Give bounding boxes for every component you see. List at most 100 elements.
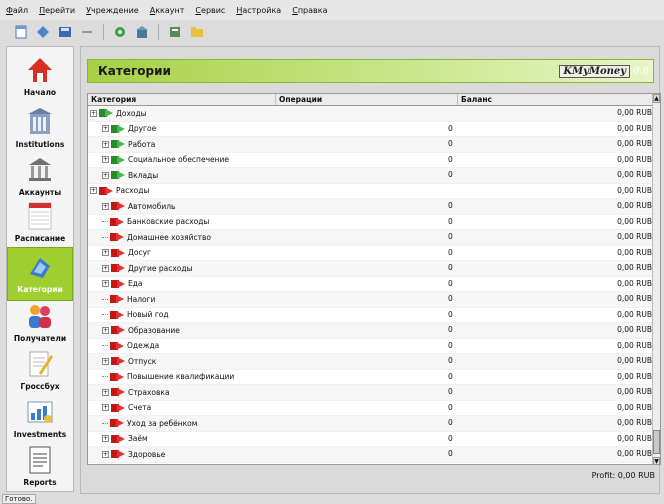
operations-cell: 0	[448, 123, 453, 133]
column-header-balance[interactable]: Баланс	[458, 94, 654, 105]
menu-item-3[interactable]: Аккаунт	[150, 6, 185, 15]
sidebar-item-0[interactable]: Начало	[7, 51, 73, 105]
scroll-thumb[interactable]	[653, 430, 660, 454]
category-label: Образование	[128, 325, 180, 335]
open-icon[interactable]	[34, 23, 52, 41]
expand-icon[interactable]: +	[102, 357, 109, 365]
expand-icon[interactable]: +	[102, 280, 109, 287]
table-row[interactable]: Налоги 0 0,00 RUB	[88, 292, 654, 308]
income-category-icon	[111, 155, 126, 165]
table-row[interactable]: Одежда 0 0,00 RUB	[88, 339, 654, 354]
sidebar-item-1[interactable]: Institutions	[7, 103, 73, 157]
table-row[interactable]: + Автомобиль 0 0,00 RUB	[88, 199, 654, 215]
table-row[interactable]: + Вклады 0 0,00 RUB	[88, 168, 654, 184]
navigation-sidebar: Начало Institutions Аккаунты Расписание Кате…	[6, 46, 74, 492]
expand-icon[interactable]: +	[102, 388, 109, 396]
sidebar-item-5[interactable]: Получатели	[7, 297, 73, 351]
table-row[interactable]: + Страховка 0 0,00 RUB	[88, 385, 654, 401]
expand-icon[interactable]: +	[102, 156, 109, 163]
category-cell: + Расходы	[90, 186, 149, 196]
expand-icon[interactable]: +	[102, 249, 109, 256]
transaction-icon[interactable]	[166, 23, 184, 41]
category-cell: + Другое	[102, 124, 156, 134]
expand-icon[interactable]: +	[102, 404, 109, 411]
category-label: Счета	[128, 403, 152, 412]
category-label: Налоги	[127, 294, 156, 304]
balance-cell: 0,00 RUB	[617, 449, 652, 458]
menu-item-4[interactable]: Сервис	[195, 6, 225, 15]
tree-line	[102, 314, 108, 315]
sidebar-item-3[interactable]: Расписание	[7, 197, 73, 251]
operations-cell: 0	[448, 340, 453, 350]
table-row[interactable]: + Работа 0 0,00 RUB	[88, 137, 654, 153]
expand-icon[interactable]: +	[102, 435, 109, 442]
scroll-up-icon[interactable]: ▲	[653, 94, 660, 103]
toolbar-separator	[103, 24, 104, 40]
menu-item-5[interactable]: Настройка	[236, 6, 281, 15]
table-row[interactable]: + Образование 0 0,00 RUB	[88, 323, 654, 339]
sidebar-item-6[interactable]: Гроссбух	[7, 345, 73, 399]
table-row[interactable]: Новый год 0 0,00 RUB	[88, 308, 654, 323]
expand-icon[interactable]: +	[102, 202, 109, 210]
table-row[interactable]: Домашнее хозяйство 0 0,00 RUB	[88, 230, 654, 246]
expense-category-icon	[111, 201, 126, 211]
column-header-category[interactable]: Категория	[88, 94, 276, 105]
table-row[interactable]: + Доходы 0,00 RUB	[88, 106, 654, 122]
table-row[interactable]: Повышение квалификации 0 0,00 RUB	[88, 370, 654, 385]
table-row[interactable]: + Другое 0 0,00 RUB	[88, 122, 654, 137]
table-row[interactable]: + Расходы 0,00 RUB	[88, 184, 654, 199]
vertical-scrollbar[interactable]: ▲ ▼	[652, 94, 660, 464]
balance-cell: 0,00 RUB	[617, 154, 652, 164]
scroll-down-icon[interactable]: ▼	[653, 457, 660, 464]
category-label: Расходы	[116, 186, 150, 195]
expand-icon[interactable]: +	[102, 140, 109, 148]
category-label: Социальное обеспечение	[128, 155, 230, 164]
expand-icon[interactable]: +	[90, 109, 97, 117]
table-row[interactable]: + Счета 0 0,00 RUB	[88, 401, 654, 416]
operations-cell: 0	[448, 309, 453, 319]
table-row[interactable]: + Еда 0 0,00 RUB	[88, 277, 654, 292]
table-row[interactable]: + Другие расходы 0 0,00 RUB	[88, 261, 654, 277]
expand-icon[interactable]: +	[102, 450, 109, 458]
menu-item-0[interactable]: Файл	[6, 6, 28, 15]
category-cell: Уход за ребёнком	[102, 418, 197, 428]
expand-icon[interactable]: +	[102, 326, 109, 334]
account-icon[interactable]	[133, 23, 151, 41]
table-row[interactable]: + Заём 0 0,00 RUB	[88, 432, 654, 447]
balance-cell: 0,00 RUB	[617, 418, 652, 427]
category-cell: + Другие расходы	[102, 263, 193, 273]
expand-icon[interactable]: +	[102, 125, 109, 132]
menu-item-1[interactable]: Перейти	[39, 6, 75, 15]
table-row[interactable]: Уход за ребёнком 0 0,00 RUB	[88, 416, 654, 432]
expand-icon[interactable]: +	[102, 264, 109, 272]
expand-icon[interactable]: +	[90, 187, 97, 194]
expand-icon[interactable]: +	[102, 171, 109, 179]
table-row[interactable]: Банковские расходы 0 0,00 RUB	[88, 215, 654, 230]
category-label: Повышение квалификации	[127, 372, 235, 381]
sidebar-item-label: Расписание	[14, 234, 66, 243]
operations-cell: 0	[448, 402, 453, 412]
sidebar-item-8[interactable]: Reports	[7, 441, 73, 495]
status-bar: Готово.	[0, 494, 664, 504]
table-row[interactable]: + Отпуск 0 0,00 RUB	[88, 354, 654, 370]
category-label: Уход за ребёнком	[127, 418, 198, 428]
save-icon[interactable]	[56, 23, 74, 41]
balance-cell: 0,00 RUB	[617, 325, 652, 334]
table-row[interactable]: + Здоровье 0 0,00 RUB	[88, 447, 654, 463]
institution-icon[interactable]	[111, 23, 129, 41]
table-row[interactable]: + Социальное обеспечение 0 0,00 RUB	[88, 153, 654, 168]
column-header-operations[interactable]: Операции	[276, 94, 458, 105]
expense-category-icon	[110, 341, 125, 351]
table-row[interactable]: + Досуг 0 0,00 RUB	[88, 246, 654, 261]
expense-category-icon	[110, 418, 125, 428]
sidebar-item-4[interactable]: Категории	[7, 247, 73, 301]
new-file-icon[interactable]	[12, 23, 30, 41]
operations-cell: 0	[448, 247, 453, 257]
menu-item-2[interactable]: Учреждение	[86, 6, 139, 15]
version-text: 0.8	[633, 66, 649, 77]
sidebar-item-7[interactable]: Investments	[7, 393, 73, 447]
folder-icon[interactable]	[188, 23, 206, 41]
menu-item-6[interactable]: Справка	[292, 6, 327, 15]
category-cell: Одежда	[102, 341, 159, 351]
income-category-icon	[99, 108, 114, 118]
